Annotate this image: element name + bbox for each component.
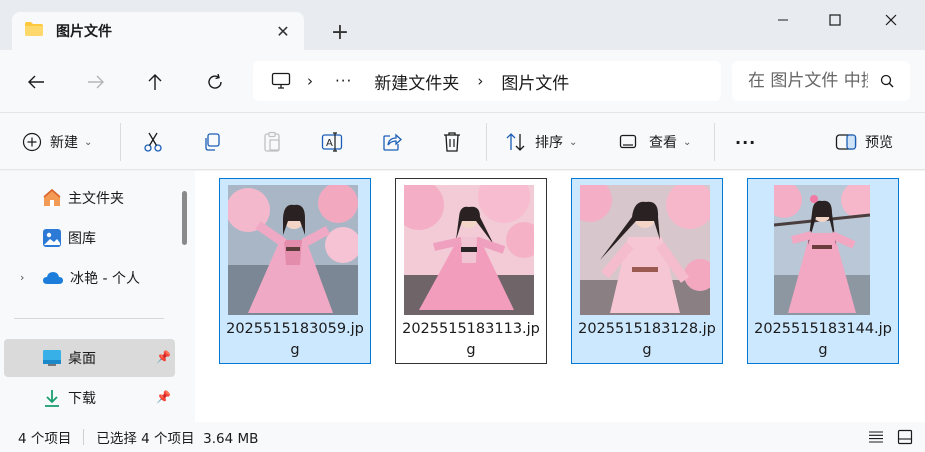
chevron-right-icon: › [477,72,484,90]
sidebar-item-label: 下载 [68,391,96,407]
sidebar-item-desktop[interactable]: 桌面 📌 [4,339,175,377]
file-name: 2025515183128.jpg [578,321,716,358]
file-name: 2025515183113.jpg [402,321,540,358]
gallery-icon [42,228,62,248]
file-item[interactable]: 2025515183113.jpg [395,178,547,364]
rename-icon: A [321,132,343,152]
file-item[interactable]: 2025515183128.jpg [571,178,723,364]
file-name: 2025515183059.jpg [226,321,364,358]
scissors-icon [144,132,162,152]
rename-button[interactable]: A [321,127,343,157]
breadcrumb-item[interactable]: 图片文件 [501,69,569,94]
download-icon [42,388,62,408]
onedrive-cloud-icon [42,270,64,286]
selection-info: 已选择 4 个项目 3.64 MB [96,431,259,447]
tiles-view-icon[interactable] [897,429,913,445]
image-thumbnail [774,185,870,315]
sidebar-item-downloads[interactable]: 下载 📌 [4,379,175,417]
cut-button[interactable] [142,127,164,157]
command-bar: 新建 ⌄ A 排序 ⌄ 查看 ⌄ ··· 预览 [0,112,925,170]
chevron-down-icon: ⌄ [683,136,692,148]
title-bar: 图片文件 ✕ + [0,0,925,50]
preview-label: 预览 [865,135,893,151]
image-thumbnail [580,185,710,315]
breadcrumb-item[interactable]: 新建文件夹 [374,69,459,94]
share-icon [383,133,402,151]
up-button[interactable] [139,66,171,98]
sidebar-item-home[interactable]: 主文件夹 [4,179,175,217]
copy-button[interactable] [202,127,222,157]
image-thumbnail [404,185,534,315]
new-button[interactable]: 新建 ⌄ [22,127,92,157]
preview-pane-button[interactable]: 预览 [835,127,893,157]
pin-icon[interactable]: 📌 [156,350,171,364]
paste-button[interactable] [262,127,282,157]
delete-button[interactable] [442,127,462,157]
back-button[interactable] [20,66,52,98]
home-icon [42,188,62,208]
search-box[interactable] [732,61,910,101]
plus-circle-icon [22,132,42,152]
image-thumbnail [228,185,358,315]
status-bar: 4 个项目 已选择 4 个项目 3.64 MB [0,422,925,452]
pin-icon[interactable]: 📌 [156,390,171,404]
folder-icon [24,21,44,41]
sort-icon [506,133,525,151]
sidebar-item-label: 桌面 [68,351,96,367]
sidebar-divider [14,318,164,319]
refresh-button[interactable] [199,66,231,98]
chevron-down-icon: ⌄ [84,136,93,148]
view-button[interactable]: 查看 ⌄ [619,127,691,157]
navigation-pane: 主文件夹 图库 › 冰艳 - 个人 桌面 📌 下载 📌 [0,171,195,422]
file-name: 2025515183144.jpg [754,321,892,358]
desktop-icon [42,349,62,367]
file-item[interactable]: 2025515183059.jpg [219,178,371,364]
trash-icon [444,132,460,152]
share-button[interactable] [382,127,402,157]
svg-text:A: A [326,138,333,149]
tab-title: 图片文件 [56,24,112,40]
sort-button[interactable]: 排序 ⌄ [505,127,577,157]
computer-icon [271,72,291,90]
copy-icon [205,133,220,151]
sidebar-item-label: 主文件夹 [68,191,124,207]
forward-button[interactable] [80,66,112,98]
tab-current[interactable]: 图片文件 ✕ [12,12,304,50]
new-tab-button[interactable]: + [326,18,354,46]
divider [714,123,715,161]
maximize-button[interactable] [810,0,860,40]
divider [120,123,121,161]
chevron-right-icon[interactable]: › [20,271,24,284]
item-count: 4 个项目 [18,431,72,447]
chevron-down-icon: ⌄ [569,136,578,148]
new-label: 新建 [50,135,78,151]
view-label: 查看 [649,135,677,151]
file-list: 2025515183059.jpg 2025515183113.jpg 2025… [195,171,925,422]
search-input[interactable] [748,71,868,91]
sidebar-item-onedrive[interactable]: › 冰艳 - 个人 [4,259,175,297]
search-icon[interactable] [880,74,894,88]
sort-label: 排序 [535,135,563,151]
preview-pane-icon [835,134,857,150]
close-tab-icon[interactable]: ✕ [272,20,294,42]
sidebar-item-gallery[interactable]: 图库 [4,219,175,257]
more-icon: ··· [735,132,757,152]
sidebar-item-label: 冰艳 - 个人 [70,271,140,287]
sidebar-item-label: 图库 [68,231,96,247]
divider [486,123,487,161]
more-options-button[interactable]: ··· [735,127,756,157]
address-bar[interactable]: › ··· 新建文件夹 › 图片文件 [253,61,721,101]
divider [83,429,85,445]
breadcrumb-overflow[interactable]: ··· [335,72,352,90]
close-window-button[interactable] [866,0,916,40]
file-item[interactable]: 2025515183144.jpg [747,178,899,364]
view-icon [619,134,637,149]
chevron-right-icon: › [307,72,313,90]
details-view-icon[interactable] [868,430,884,444]
sidebar-scrollbar[interactable] [182,191,187,245]
clipboard-icon [264,131,280,152]
minimize-button[interactable] [758,0,808,40]
